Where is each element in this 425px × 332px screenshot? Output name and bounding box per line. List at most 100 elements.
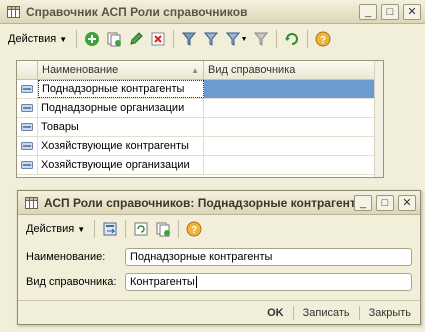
catalog-item-icon: [21, 85, 33, 93]
help-icon: ?: [315, 31, 331, 47]
filter-dropdown-button[interactable]: ▼: [223, 29, 249, 49]
form-button-bar: OK Записать Закрыть: [18, 300, 420, 324]
catalog-item-icon: [21, 161, 33, 169]
item-icon-cell: [17, 118, 38, 136]
delete-button[interactable]: [148, 29, 168, 49]
save-button[interactable]: Записать: [300, 307, 353, 319]
minimize-button[interactable]: _: [354, 194, 372, 211]
save-and-close-button[interactable]: [100, 219, 120, 239]
ok-button[interactable]: OK: [264, 307, 287, 319]
item-icon-cell: [17, 137, 38, 155]
toolbar-separator: [173, 30, 175, 48]
kind-field-row: Вид справочника: Контрагенты: [26, 273, 412, 291]
table-body: Поднадзорные контрагенты Поднадзорные орг…: [17, 80, 383, 175]
vertical-scrollbar[interactable]: [374, 61, 383, 177]
close-button[interactable]: ✕: [398, 194, 416, 211]
kind-label: Вид справочника:: [26, 276, 117, 288]
actions-label: Действия: [26, 223, 75, 235]
filter-clear-button[interactable]: [251, 29, 271, 49]
filter-clear-icon: [254, 32, 269, 46]
table-row[interactable]: Хозяйствующие организации: [17, 156, 383, 175]
kind-cell: [204, 80, 379, 98]
toolbar-separator: [276, 30, 278, 48]
add-icon: [85, 32, 100, 46]
main-titlebar[interactable]: Справочник АСП Роли справочников _ □ ✕: [0, 0, 425, 24]
maximize-button[interactable]: □: [381, 3, 399, 20]
help-button[interactable]: ?: [313, 29, 333, 49]
refresh-button[interactable]: [131, 219, 151, 239]
filter-button[interactable]: [179, 29, 199, 49]
name-label: Наименование:: [26, 251, 106, 263]
minimize-icon: _: [364, 5, 372, 18]
text-caret: [195, 276, 197, 288]
sort-ascending-icon: ▲: [191, 65, 199, 75]
name-cell: Поднадзорные организации: [38, 99, 204, 117]
delete-icon: [151, 32, 165, 46]
kind-cell: [204, 118, 379, 136]
table-header: Наименование ▲ Вид справочника: [17, 61, 383, 80]
main-window-title: Справочник АСП Роли справочников: [26, 4, 248, 19]
item-icon-cell: [17, 99, 38, 117]
minimize-icon: _: [359, 196, 367, 209]
add-button[interactable]: [82, 29, 102, 49]
form-toolbar: Действия ▼ ?: [22, 217, 416, 241]
close-form-button[interactable]: Закрыть: [366, 307, 414, 319]
catalog-item-icon: [21, 123, 33, 131]
column-header-kind[interactable]: Вид справочника: [204, 61, 379, 79]
name-cell: Хозяйствующие организации: [38, 156, 204, 174]
svg-text:?: ?: [191, 225, 197, 236]
table-row[interactable]: Хозяйствующие контрагенты: [17, 137, 383, 156]
table-row[interactable]: Поднадзорные организации: [17, 99, 383, 118]
name-cell: Товары: [38, 118, 204, 136]
kind-cell: [204, 137, 379, 155]
copy-icon: [107, 32, 122, 47]
help-button[interactable]: ?: [184, 219, 204, 239]
form-titlebar[interactable]: АСП Роли справочников: Поднадзорные конт…: [18, 191, 420, 215]
help-icon: ?: [186, 221, 202, 237]
table-row[interactable]: Товары: [17, 118, 383, 137]
table-row[interactable]: Поднадзорные контрагенты: [17, 80, 383, 99]
kind-cell: [204, 99, 379, 117]
refresh-icon: [134, 222, 148, 236]
icon-column-header: [17, 61, 38, 79]
name-field-row: Наименование: Поднадзорные контрагенты: [26, 248, 412, 266]
button-separator: [292, 305, 294, 320]
maximize-icon: □: [381, 196, 389, 209]
edit-button[interactable]: [126, 29, 146, 49]
save-close-icon: [103, 222, 117, 236]
item-icon-cell: [17, 80, 38, 98]
list-table[interactable]: Наименование ▲ Вид справочника Поднадзор…: [16, 60, 384, 178]
filter-icon: [182, 32, 197, 46]
kind-input[interactable]: Контрагенты: [125, 273, 412, 291]
close-icon: ✕: [402, 197, 412, 209]
svg-text:?: ?: [320, 35, 326, 46]
edit-icon: [130, 32, 143, 45]
maximize-icon: □: [386, 5, 394, 18]
table-icon: [24, 196, 38, 210]
name-input[interactable]: Поднадзорные контрагенты: [125, 248, 412, 266]
chevron-down-icon: ▼: [59, 34, 68, 44]
actions-menu-button[interactable]: Действия ▼: [4, 29, 71, 49]
toolbar-separator: [125, 220, 127, 238]
copy-button[interactable]: [153, 219, 173, 239]
actions-label: Действия: [8, 33, 57, 45]
catalog-item-icon: [21, 104, 33, 112]
actions-menu-button[interactable]: Действия ▼: [22, 219, 89, 239]
name-cell: Хозяйствующие контрагенты: [38, 137, 204, 155]
table-icon: [6, 5, 20, 19]
copy-icon: [156, 222, 171, 237]
refresh-button[interactable]: [282, 29, 302, 49]
filter-dropdown-icon: [225, 32, 240, 46]
filter-set-icon: [204, 32, 219, 46]
minimize-button[interactable]: _: [359, 3, 377, 20]
close-button[interactable]: ✕: [403, 3, 421, 20]
copy-button[interactable]: [104, 29, 124, 49]
column-header-name[interactable]: Наименование ▲: [38, 61, 204, 79]
toolbar-separator: [76, 30, 78, 48]
filter-set-button[interactable]: [201, 29, 221, 49]
main-toolbar: Действия ▼ ▼ ?: [4, 27, 421, 51]
toolbar-separator: [307, 30, 309, 48]
catalog-item-icon: [21, 142, 33, 150]
button-separator: [358, 305, 360, 320]
maximize-button[interactable]: □: [376, 194, 394, 211]
